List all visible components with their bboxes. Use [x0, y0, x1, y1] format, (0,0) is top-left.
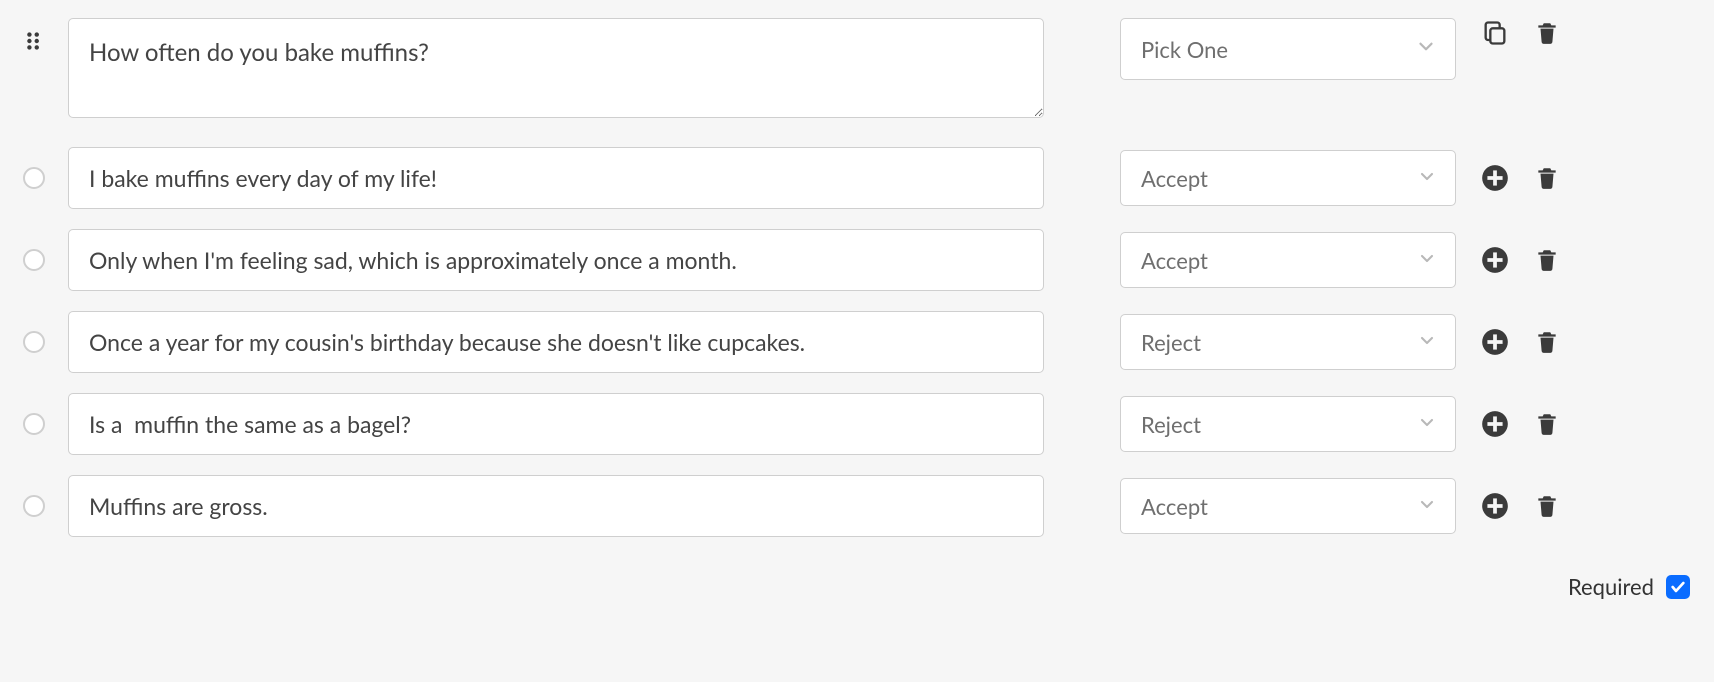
- option-action-select[interactable]: Reject: [1120, 314, 1456, 370]
- option-action-value: Accept: [1141, 493, 1208, 520]
- delete-option-icon[interactable]: [1532, 409, 1562, 439]
- chevron-down-icon: [1417, 165, 1437, 192]
- option-row: Accept: [16, 147, 1698, 209]
- delete-option-icon[interactable]: [1532, 491, 1562, 521]
- chevron-down-icon: [1415, 36, 1437, 63]
- option-row: Accept: [16, 229, 1698, 291]
- option-text-input[interactable]: [68, 229, 1044, 291]
- add-option-icon[interactable]: [1480, 409, 1510, 439]
- option-action-value: Reject: [1141, 329, 1201, 356]
- add-option-icon[interactable]: [1480, 163, 1510, 193]
- delete-option-icon[interactable]: [1532, 163, 1562, 193]
- radio-indicator: [23, 249, 45, 271]
- add-option-icon[interactable]: [1480, 245, 1510, 275]
- option-action-value: Accept: [1141, 165, 1208, 192]
- option-action-select[interactable]: Accept: [1120, 478, 1456, 534]
- chevron-down-icon: [1417, 411, 1437, 438]
- delete-option-icon[interactable]: [1532, 245, 1562, 275]
- question-type-select[interactable]: Pick One: [1120, 18, 1456, 80]
- radio-indicator: [23, 331, 45, 353]
- required-checkbox[interactable]: [1666, 575, 1690, 599]
- duplicate-icon[interactable]: [1480, 18, 1510, 48]
- drag-handle-icon[interactable]: [19, 26, 49, 56]
- option-action-select[interactable]: Accept: [1120, 150, 1456, 206]
- radio-indicator: [23, 413, 45, 435]
- option-action-select[interactable]: Accept: [1120, 232, 1456, 288]
- option-row: Reject: [16, 311, 1698, 373]
- option-action-value: Accept: [1141, 247, 1208, 274]
- option-action-select[interactable]: Reject: [1120, 396, 1456, 452]
- option-row: Accept: [16, 475, 1698, 537]
- question-row: Pick One: [16, 18, 1698, 123]
- question-text-input[interactable]: [68, 18, 1044, 118]
- required-row: Required: [16, 573, 1698, 600]
- add-option-icon[interactable]: [1480, 491, 1510, 521]
- delete-option-icon[interactable]: [1532, 327, 1562, 357]
- question-type-value: Pick One: [1141, 36, 1228, 63]
- option-text-input[interactable]: [68, 393, 1044, 455]
- option-row: Reject: [16, 393, 1698, 455]
- chevron-down-icon: [1417, 493, 1437, 520]
- delete-question-icon[interactable]: [1532, 18, 1562, 48]
- option-text-input[interactable]: [68, 147, 1044, 209]
- chevron-down-icon: [1417, 329, 1437, 356]
- chevron-down-icon: [1417, 247, 1437, 274]
- required-label: Required: [1568, 573, 1654, 600]
- option-action-value: Reject: [1141, 411, 1201, 438]
- radio-indicator: [23, 495, 45, 517]
- add-option-icon[interactable]: [1480, 327, 1510, 357]
- option-text-input[interactable]: [68, 311, 1044, 373]
- option-text-input[interactable]: [68, 475, 1044, 537]
- radio-indicator: [23, 167, 45, 189]
